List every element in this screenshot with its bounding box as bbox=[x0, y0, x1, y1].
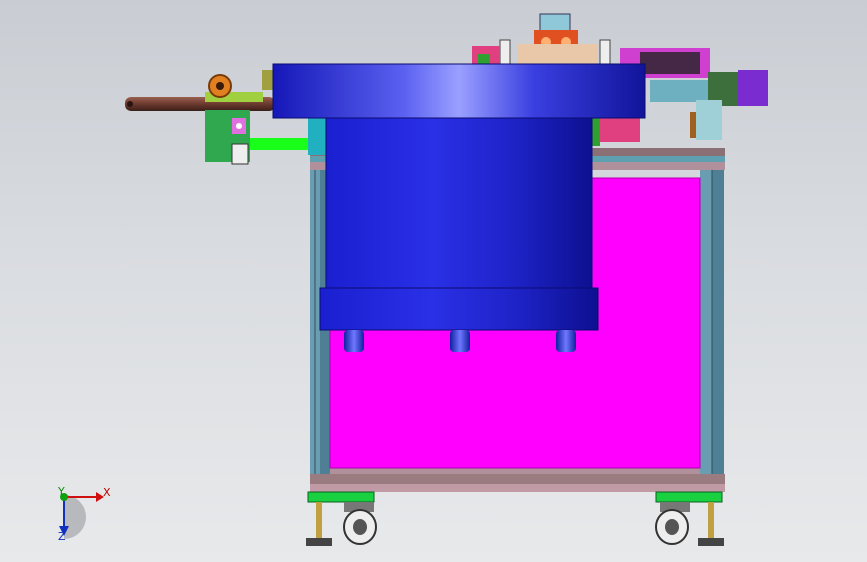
base-brackets bbox=[307, 491, 723, 503]
right-caster[interactable] bbox=[655, 502, 690, 545]
x-axis-label: X bbox=[103, 486, 111, 499]
left-caster[interactable] bbox=[343, 502, 377, 545]
cylindrical-feeder-bowl[interactable] bbox=[272, 63, 646, 352]
y-axis-label: Y bbox=[58, 485, 65, 498]
cad-viewport[interactable] bbox=[0, 0, 867, 562]
z-axis-label: Z bbox=[58, 530, 66, 543]
caster-wheels[interactable] bbox=[343, 502, 690, 545]
top-gripper-mechanism[interactable] bbox=[472, 13, 611, 67]
